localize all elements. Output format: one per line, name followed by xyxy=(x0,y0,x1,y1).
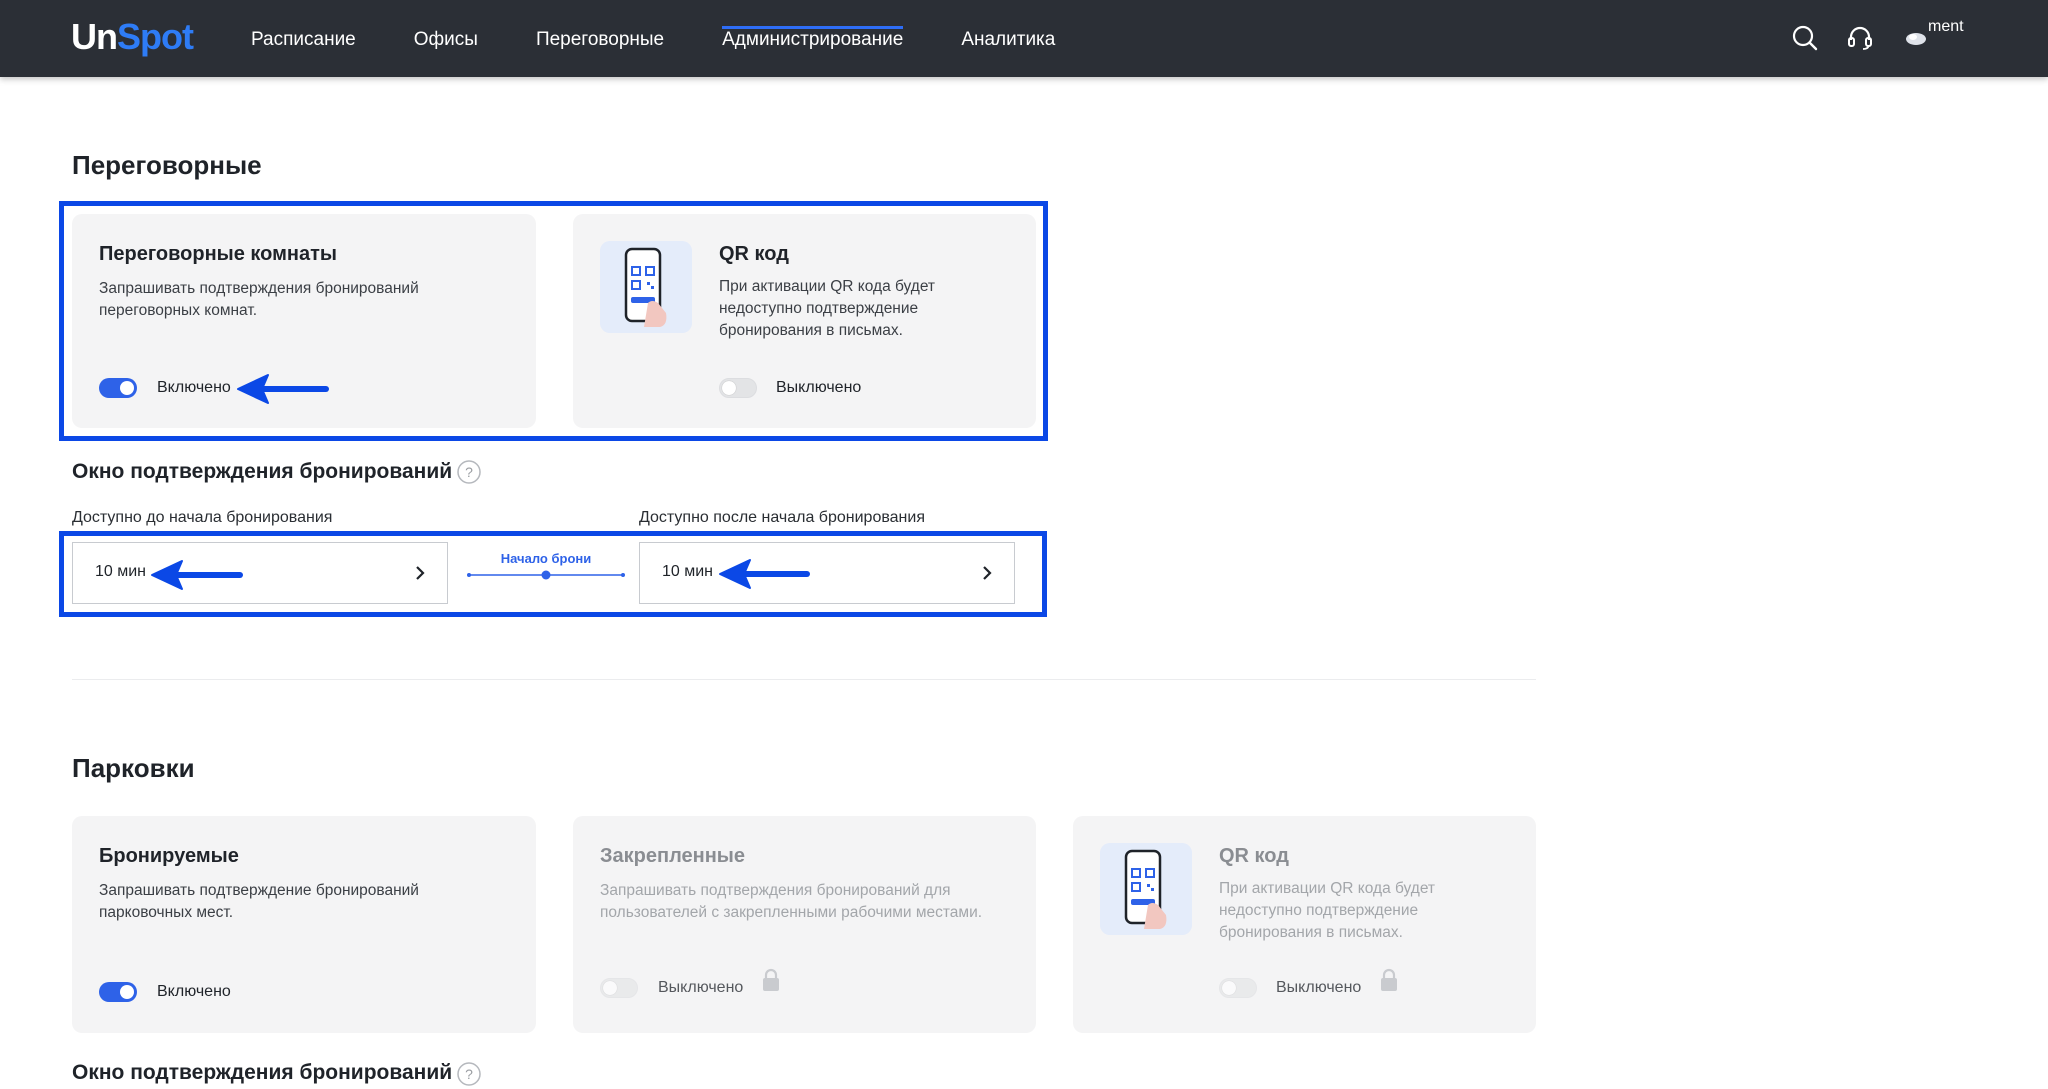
card-parking-bookable: Бронируемые Запрашивать подтверждение бр… xyxy=(72,816,536,1033)
section-title-parking: Парковки xyxy=(72,753,195,783)
help-icon[interactable]: ? xyxy=(457,460,481,484)
nav-item-schedule[interactable]: Расписание xyxy=(251,0,356,77)
toggle-label: Выключено xyxy=(1276,979,1362,996)
app-logo[interactable]: UnSpot xyxy=(71,16,194,57)
top-bar: UnSpot Расписание Офисы Переговорные Адм… xyxy=(0,0,2048,77)
qr-phone-icon xyxy=(1100,843,1192,935)
account-icon[interactable] xyxy=(1904,28,1928,48)
toggle-label: Включено xyxy=(157,983,231,1000)
account-name[interactable]: ment xyxy=(1928,18,1964,36)
nav-item-analytics[interactable]: Аналитика xyxy=(961,0,1055,77)
lock-icon xyxy=(1381,968,1397,991)
search-icon[interactable] xyxy=(1791,24,1819,52)
parking-fixed-toggle[interactable] xyxy=(600,978,638,998)
nav-item-administration[interactable]: Администрирование xyxy=(722,0,904,77)
headset-icon[interactable] xyxy=(1846,24,1874,52)
logo-suffix: Spot xyxy=(117,16,194,57)
confirmation-window-title: Окно подтверждения бронирований xyxy=(72,460,453,483)
nav-item-meeting-rooms[interactable]: Переговорные xyxy=(536,0,664,77)
logo-prefix: Un xyxy=(71,16,118,57)
card-title: Закрепленные xyxy=(600,845,746,867)
before-start-label: Доступно до начала бронирования xyxy=(72,509,333,526)
card-description: Запрашивать подтверждения бронирований д… xyxy=(600,882,983,921)
svg-text:?: ? xyxy=(465,1066,473,1082)
section-title-meeting-rooms: Переговорные xyxy=(72,150,262,180)
help-icon[interactable]: ? xyxy=(457,1062,481,1086)
annotation-highlight-box xyxy=(59,201,1048,441)
card-description: Запрашивать подтверждение бронирований п… xyxy=(99,882,419,921)
parking-confirmation-window-title: Окно подтверждения бронирований xyxy=(72,1061,453,1084)
card-description: При активации QR кода будет недоступно п… xyxy=(1219,880,1436,941)
section-divider xyxy=(72,679,1536,680)
annotation-highlight-box xyxy=(59,531,1047,617)
parking-bookable-toggle[interactable] xyxy=(99,982,137,1002)
card-title: Бронируемые xyxy=(99,845,239,867)
svg-text:?: ? xyxy=(465,464,473,480)
main-nav: Расписание Офисы Переговорные Администри… xyxy=(251,0,1113,77)
nav-item-offices[interactable]: Офисы xyxy=(414,0,478,77)
after-start-label: Доступно после начала бронирования xyxy=(639,509,925,526)
card-parking-fixed: Закрепленные Запрашивать подтверждения б… xyxy=(573,816,1036,1033)
toggle-label: Выключено xyxy=(658,979,744,996)
parking-qr-toggle[interactable] xyxy=(1219,978,1257,998)
lock-icon xyxy=(763,968,779,991)
card-title: QR код xyxy=(1219,845,1289,867)
card-parking-qr: QR код При активации QR кода будет недос… xyxy=(1073,816,1536,1033)
